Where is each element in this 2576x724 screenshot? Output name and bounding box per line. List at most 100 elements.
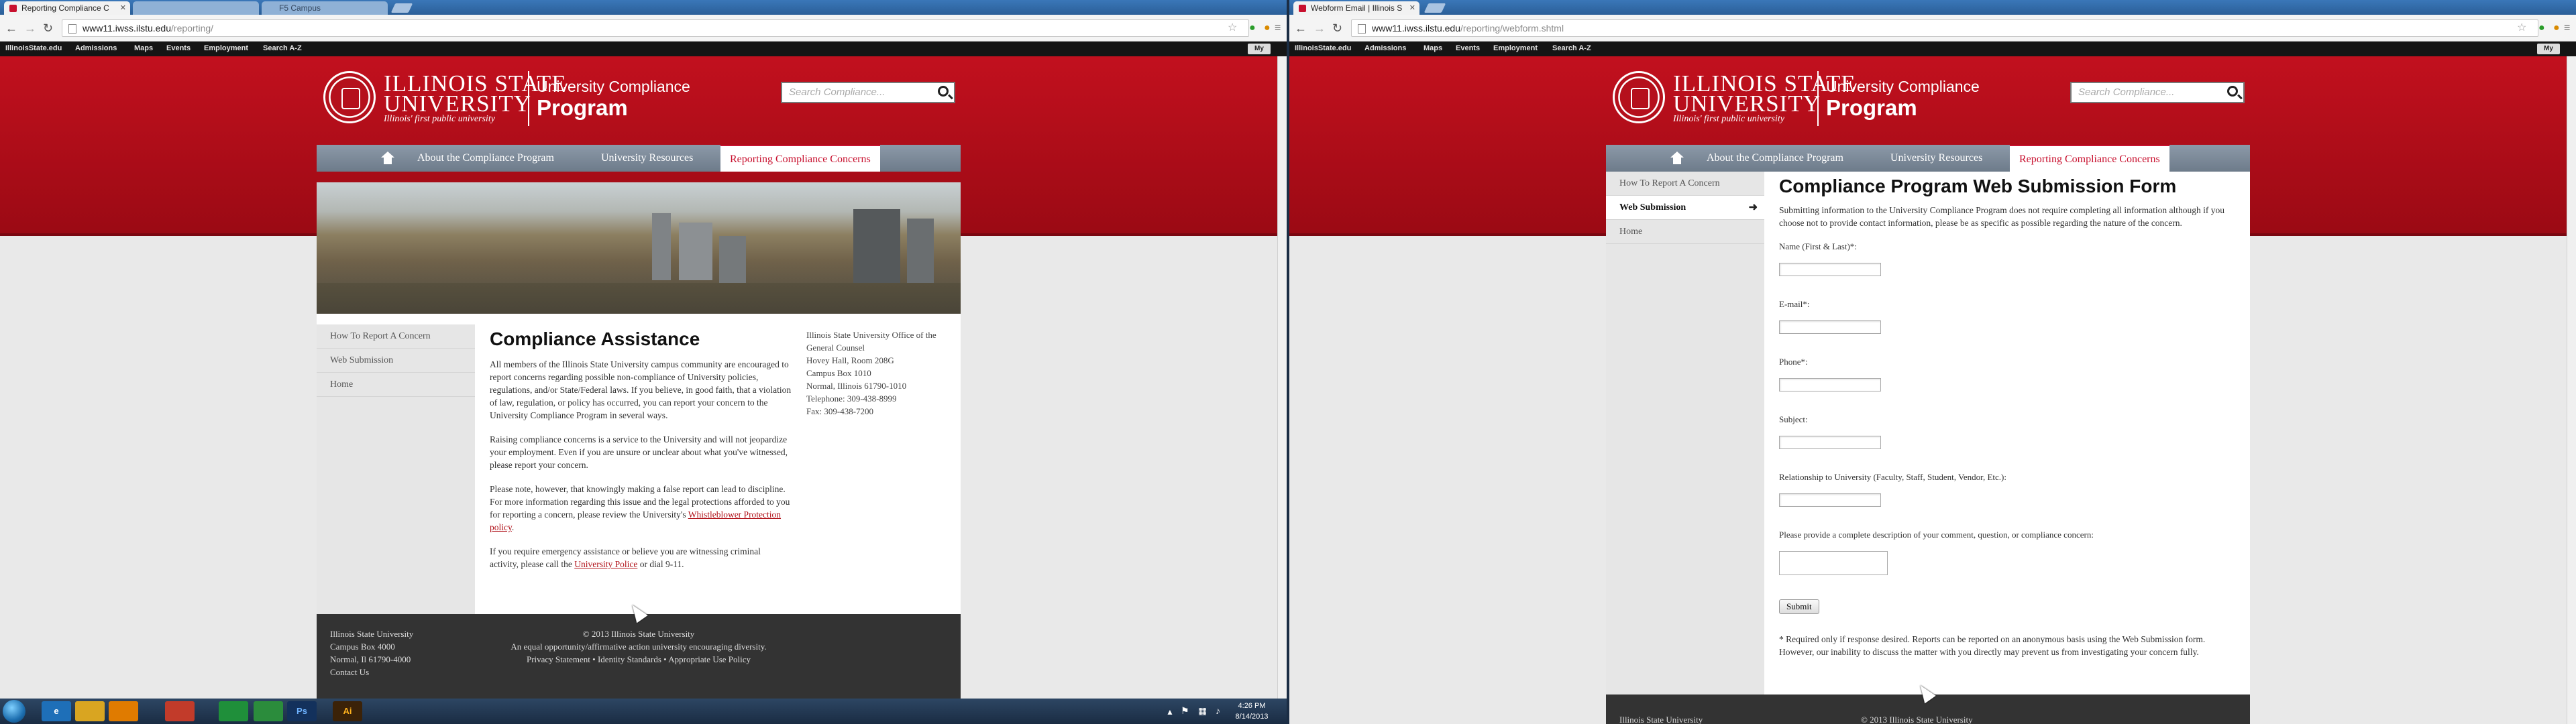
spotify-icon[interactable]	[219, 701, 248, 721]
tab-blank[interactable]	[133, 1, 259, 15]
folder-icon[interactable]	[75, 701, 105, 721]
util-link-events[interactable]: Events	[1456, 44, 1480, 52]
scrollbar[interactable]	[1277, 56, 1287, 699]
relationship-label: Relationship to University (Faculty, Sta…	[1779, 472, 2007, 482]
new-tab-button[interactable]	[390, 3, 413, 13]
menu-icon[interactable]: ≡	[1275, 21, 1281, 35]
footer-copyright-cut: © 2013 Illinois State University	[1861, 715, 1973, 724]
forward-icon[interactable]: →	[24, 21, 36, 35]
tab-webform[interactable]: Webform Email | Illinois S ✕	[1293, 1, 1419, 15]
chrome-icon[interactable]	[165, 701, 195, 721]
util-link-maps[interactable]: Maps	[134, 44, 153, 52]
back-icon[interactable]: ←	[1295, 21, 1307, 35]
my-isu-button[interactable]: My	[1248, 44, 1271, 54]
email-field[interactable]	[1779, 320, 1881, 334]
reload-icon[interactable]: ↻	[43, 21, 53, 35]
volume-icon[interactable]: ♪	[1216, 705, 1220, 716]
nav-about[interactable]: About the Compliance Program	[417, 145, 554, 172]
flag-icon[interactable]: ⚑	[1181, 705, 1189, 716]
start-button[interactable]	[3, 700, 25, 723]
nav-resources[interactable]: University Resources	[1890, 145, 1982, 172]
university-seal-icon	[1613, 71, 1665, 123]
submit-button[interactable]: Submit	[1779, 599, 1819, 614]
util-link-search-az[interactable]: Search A-Z	[263, 44, 302, 52]
program-title-line1: University Compliance	[537, 78, 690, 95]
contact-us-link[interactable]: Contact Us	[330, 666, 413, 678]
close-tab-icon[interactable]: ✕	[120, 3, 126, 12]
photoshop-icon[interactable]: Ps	[287, 701, 317, 721]
util-link-admissions[interactable]: Admissions	[75, 44, 117, 52]
home-icon[interactable]	[1670, 152, 1684, 165]
page-title: Compliance Assistance	[490, 328, 700, 349]
nav-resources[interactable]: University Resources	[601, 145, 693, 172]
sidebar-item-how-to-report[interactable]: How To Report A Concern	[1606, 172, 1764, 196]
nav-reporting[interactable]: Reporting Compliance Concerns	[2010, 145, 2169, 172]
forward-icon[interactable]: →	[1313, 21, 1326, 35]
nav-about[interactable]: About the Compliance Program	[1707, 145, 1843, 172]
my-isu-button[interactable]: My	[2537, 44, 2560, 54]
bookmark-star-icon[interactable]: ☆	[1228, 21, 1237, 35]
address-bar[interactable]: www11.iwss.ilstu.edu/reporting/	[62, 19, 1249, 37]
util-link-employment[interactable]: Employment	[1493, 44, 1538, 52]
back-icon[interactable]: ←	[5, 21, 17, 35]
bookmark-star-icon[interactable]: ☆	[2517, 21, 2526, 35]
university-police-link[interactable]: University Police	[574, 559, 637, 569]
sidebar-item-home[interactable]: Home	[1606, 220, 1764, 244]
util-link-admissions[interactable]: Admissions	[1364, 44, 1406, 52]
close-tab-icon[interactable]: ✕	[1409, 3, 1415, 12]
subject-field[interactable]	[1779, 436, 1881, 449]
relationship-field[interactable]	[1779, 493, 1881, 507]
ie-icon[interactable]: e	[42, 701, 71, 721]
home-icon[interactable]	[381, 152, 394, 165]
address-bar[interactable]: www11.iwss.ilstu.edu/reporting/webform.s…	[1351, 19, 2538, 37]
util-link-illinoisstate[interactable]: IllinoisState.edu	[1295, 44, 1351, 52]
media-player-icon[interactable]	[109, 701, 138, 721]
search-input[interactable]: Search Compliance...	[781, 82, 955, 103]
network-icon[interactable]: ▦	[1198, 705, 1207, 716]
scrollbar[interactable]	[2567, 56, 2576, 724]
phone-field[interactable]	[1779, 378, 1881, 391]
illustrator-icon[interactable]: Ai	[333, 701, 362, 721]
menu-icon[interactable]: ≡	[2564, 21, 2570, 35]
page-icon	[1358, 24, 1366, 34]
search-icon[interactable]	[2227, 86, 2238, 97]
footer-center: © 2013 Illinois State University An equa…	[471, 627, 806, 666]
reload-icon[interactable]: ↻	[1332, 21, 1342, 35]
sidebar-item-home[interactable]: Home	[317, 373, 475, 397]
utility-bar: IllinoisState.edu Admissions Maps Events…	[1289, 42, 2576, 56]
submission-form: Compliance Program Web Submission Form S…	[1779, 176, 2242, 670]
nav-reporting[interactable]: Reporting Compliance Concerns	[720, 145, 880, 172]
description-label: Please provide a complete description of…	[1779, 530, 2094, 540]
name-field[interactable]	[1779, 263, 1881, 276]
sidebar-item-how-to-report[interactable]: How To Report A Concern	[317, 324, 475, 349]
extension-icon[interactable]: ●	[2538, 21, 2545, 35]
util-link-employment[interactable]: Employment	[204, 44, 248, 52]
campus-photo	[317, 182, 961, 314]
footer-policy-links[interactable]: Privacy Statement • Identity Standards •…	[471, 653, 806, 666]
clock[interactable]: 4:26 PM 8/14/2013	[1232, 701, 1272, 722]
favicon-icon	[1299, 5, 1306, 12]
university-seal-icon	[323, 71, 376, 123]
site-content: ILLINOIS STATE UNIVERSITY Illinois' first…	[1606, 56, 2250, 724]
util-link-search-az[interactable]: Search A-Z	[1552, 44, 1591, 52]
tray-expand-icon[interactable]: ▲	[1166, 707, 1174, 717]
new-tab-button[interactable]	[1424, 3, 1446, 13]
intro-paragraph: All members of the Illinois State Univer…	[490, 359, 792, 420]
browser-toolbar: ← → ↻ www11.iwss.ilstu.edu/reporting/ ☆ …	[0, 15, 1287, 42]
tab-f5-campus[interactable]: F5 Campus	[262, 1, 388, 15]
extension-icon[interactable]: ●	[1249, 21, 1256, 35]
footer-address-cut: Illinois State University	[1619, 715, 1703, 724]
sidebar-item-web-submission[interactable]: Web Submission ➜	[1606, 196, 1764, 220]
page-body: How To Report A Concern Web Submission H…	[317, 182, 961, 614]
tab-reporting[interactable]: Reporting Compliance C ✕	[4, 1, 130, 15]
sidebar-item-web-submission[interactable]: Web Submission	[317, 349, 475, 373]
extension-icon-2[interactable]: ●	[2553, 21, 2560, 35]
util-link-illinoisstate[interactable]: IllinoisState.edu	[5, 44, 62, 52]
util-link-maps[interactable]: Maps	[1424, 44, 1442, 52]
description-textarea[interactable]	[1779, 551, 1888, 575]
util-link-events[interactable]: Events	[166, 44, 191, 52]
messenger-icon[interactable]	[254, 701, 283, 721]
extension-icon-2[interactable]: ●	[1264, 21, 1271, 35]
search-input[interactable]: Search Compliance...	[2070, 82, 2245, 103]
search-icon[interactable]	[938, 86, 949, 97]
